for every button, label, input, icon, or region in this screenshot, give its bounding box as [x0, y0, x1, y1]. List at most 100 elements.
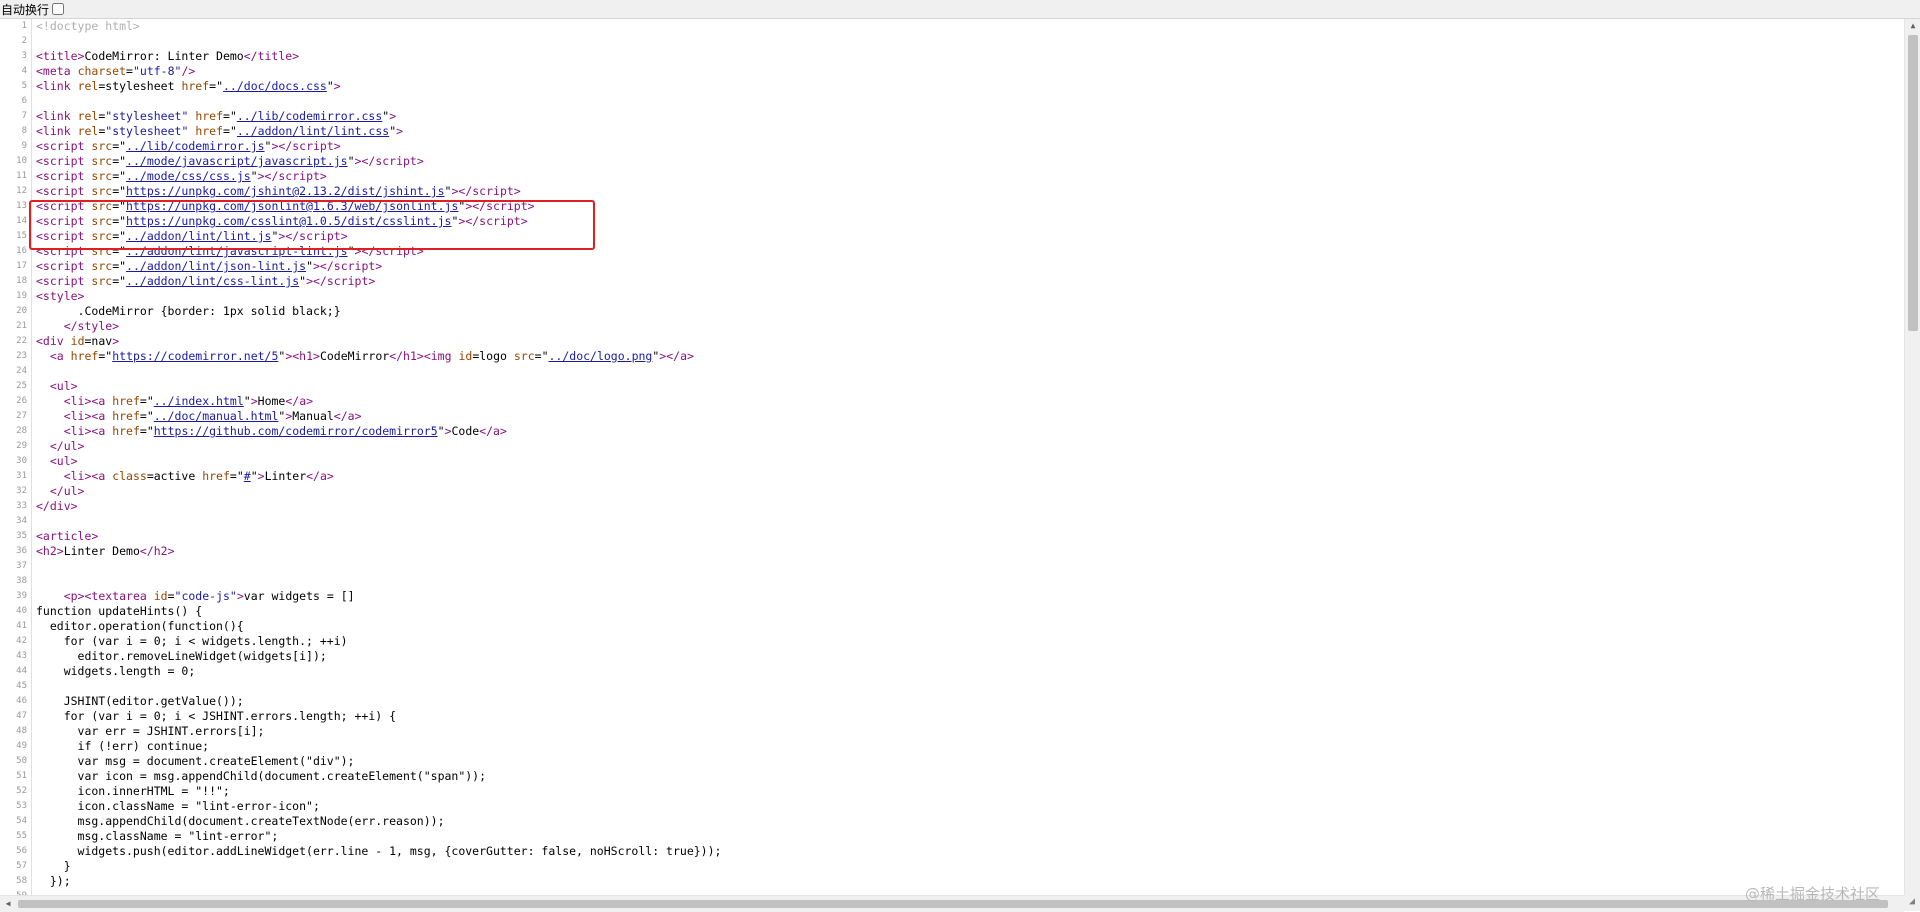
- line-number: 47: [16, 711, 27, 721]
- code-text: <script src="https://unpkg.com/jshint@2.…: [36, 184, 521, 198]
- code-line: 2: [0, 34, 1904, 49]
- code-line: 8 <link rel="stylesheet" href="../addon/l…: [0, 124, 1904, 139]
- line-number: 53: [16, 801, 27, 811]
- code-line: 18 <script src="../addon/lint/css-lint.js…: [0, 274, 1904, 289]
- code-text: <script src="../addon/lint/css-lint.js">…: [36, 274, 376, 288]
- scroll-up-icon[interactable]: ▲: [1905, 19, 1920, 33]
- code-line: 38: [0, 574, 1904, 589]
- line-number: 22: [16, 336, 27, 346]
- code-line: 14 <script src="https://unpkg.com/csslint…: [0, 214, 1904, 229]
- line-number: 15: [16, 231, 27, 241]
- vertical-scroll-thumb[interactable]: [1908, 35, 1918, 331]
- code-line: 35 <article>: [0, 529, 1904, 544]
- line-number: 6: [21, 96, 27, 106]
- line-number: 27: [16, 411, 27, 421]
- code-line: 19 <style>: [0, 289, 1904, 304]
- line-number: 38: [16, 576, 27, 586]
- code-line: 25 <ul>: [0, 379, 1904, 394]
- line-number: 32: [16, 486, 27, 496]
- horizontal-scroll-thumb[interactable]: [18, 900, 1888, 908]
- code-line: 51 var icon = msg.appendChild(document.c…: [0, 769, 1904, 784]
- line-number: 41: [16, 621, 27, 631]
- code-text: </ul>: [49, 439, 85, 453]
- code-text: <script src="../addon/lint/json-lint.js"…: [36, 259, 383, 273]
- code-text: }: [36, 859, 71, 873]
- line-number: 56: [16, 846, 27, 856]
- code-line: 30 <ul>: [0, 454, 1904, 469]
- code-line: 58 });: [0, 874, 1904, 889]
- code-line: 26 <li><a href="../index.html">Home</a>: [0, 394, 1904, 409]
- code-text: });: [36, 874, 71, 888]
- line-number: 51: [16, 771, 27, 781]
- code-line: 49 if (!err) continue;: [0, 739, 1904, 754]
- line-number: 48: [16, 726, 27, 736]
- line-number: 3: [21, 51, 27, 61]
- code-line: 53 icon.className = "lint-error-icon";: [0, 799, 1904, 814]
- vertical-scrollbar[interactable]: ▲: [1904, 19, 1920, 895]
- code-text: <script src="../addon/lint/lint.js"></sc…: [36, 229, 348, 243]
- line-number: 33: [16, 501, 27, 511]
- code-text: <meta charset="utf-8"/>: [36, 64, 196, 78]
- code-text: <script src="https://unpkg.com/jsonlint@…: [36, 199, 535, 213]
- line-number: 5: [21, 81, 27, 91]
- code-line: 24: [0, 364, 1904, 379]
- code-text: <li><a href="../doc/manual.html">Manual<…: [63, 409, 362, 423]
- line-number: 49: [16, 741, 27, 751]
- line-number: 45: [16, 681, 27, 691]
- line-number: 11: [16, 171, 27, 181]
- code-line: 29 </ul>: [0, 439, 1904, 454]
- code-editor[interactable]: 1 <!doctype html> 2 3 <title>CodeMirror: Lin…: [0, 19, 1904, 895]
- code-line: 48 var err = JSHINT.errors[i];: [0, 724, 1904, 739]
- code-text: icon.className = "lint-error-icon";: [36, 799, 320, 813]
- line-number: 39: [16, 591, 27, 601]
- code-line: 44 widgets.length = 0;: [0, 664, 1904, 679]
- line-number: 19: [16, 291, 27, 301]
- line-number: 34: [16, 516, 27, 526]
- code-line: 5 <link rel=stylesheet href="../doc/docs.…: [0, 79, 1904, 94]
- code-text: <script src="../mode/javascript/javascri…: [36, 154, 424, 168]
- wrap-label: 自动换行: [1, 2, 50, 17]
- code-text: var err = JSHINT.errors[i];: [36, 724, 265, 738]
- code-text: <link rel=stylesheet href="../doc/docs.c…: [36, 79, 341, 93]
- wrap-checkbox[interactable]: [52, 3, 65, 15]
- code-text: icon.innerHTML = "!!";: [36, 784, 230, 798]
- code-text: <!doctype html>: [36, 19, 140, 33]
- line-number: 40: [16, 606, 27, 616]
- line-number: 21: [16, 321, 27, 331]
- code-text: <h2>Linter Demo</h2>: [36, 544, 175, 558]
- scroll-left-icon[interactable]: ◀: [2, 896, 14, 912]
- code-line: 52 icon.innerHTML = "!!";: [0, 784, 1904, 799]
- line-number: 46: [16, 696, 27, 706]
- code-text: msg.className = "lint-error";: [36, 829, 279, 843]
- code-line: 54 msg.appendChild(document.createTextNo…: [0, 814, 1904, 829]
- line-number: 37: [16, 561, 27, 571]
- line-number: 28: [16, 426, 27, 436]
- line-number: 31: [16, 471, 27, 481]
- line-number: 18: [16, 276, 27, 286]
- code-line: 6: [0, 94, 1904, 109]
- code-line: 1 <!doctype html>: [0, 19, 1904, 34]
- code-line: 3 <title>CodeMirror: Linter Demo</title>: [0, 49, 1904, 64]
- line-number: 4: [21, 66, 27, 76]
- resize-grip-icon[interactable]: ◢: [1904, 895, 1920, 911]
- code-line: 17 <script src="../addon/lint/json-lint.j…: [0, 259, 1904, 274]
- horizontal-scrollbar[interactable]: ◀: [0, 895, 1904, 912]
- code-line: 7 <link rel="stylesheet" href="../lib/cod…: [0, 109, 1904, 124]
- code-line: 20 .CodeMirror {border: 1px solid black;…: [0, 304, 1904, 319]
- code-line: 12 <script src="https://unpkg.com/jshint@…: [0, 184, 1904, 199]
- code-text: editor.removeLineWidget(widgets[i]);: [36, 649, 327, 663]
- line-number: 35: [16, 531, 27, 541]
- line-number: 9: [21, 141, 27, 151]
- code-line: 34: [0, 514, 1904, 529]
- line-number: 43: [16, 651, 27, 661]
- line-number: 26: [16, 396, 27, 406]
- code-text: <ul>: [49, 379, 78, 393]
- line-number: 16: [16, 246, 27, 256]
- line-number: 55: [16, 831, 27, 841]
- code-text: <p><textarea id="code-js">var widgets = …: [63, 589, 355, 603]
- line-number: 12: [16, 186, 27, 196]
- code-text: <a href="https://codemirror.net/5"><h1>C…: [49, 349, 694, 363]
- line-number: 17: [16, 261, 27, 271]
- code-line: 32 </ul>: [0, 484, 1904, 499]
- line-number: 20: [16, 306, 27, 316]
